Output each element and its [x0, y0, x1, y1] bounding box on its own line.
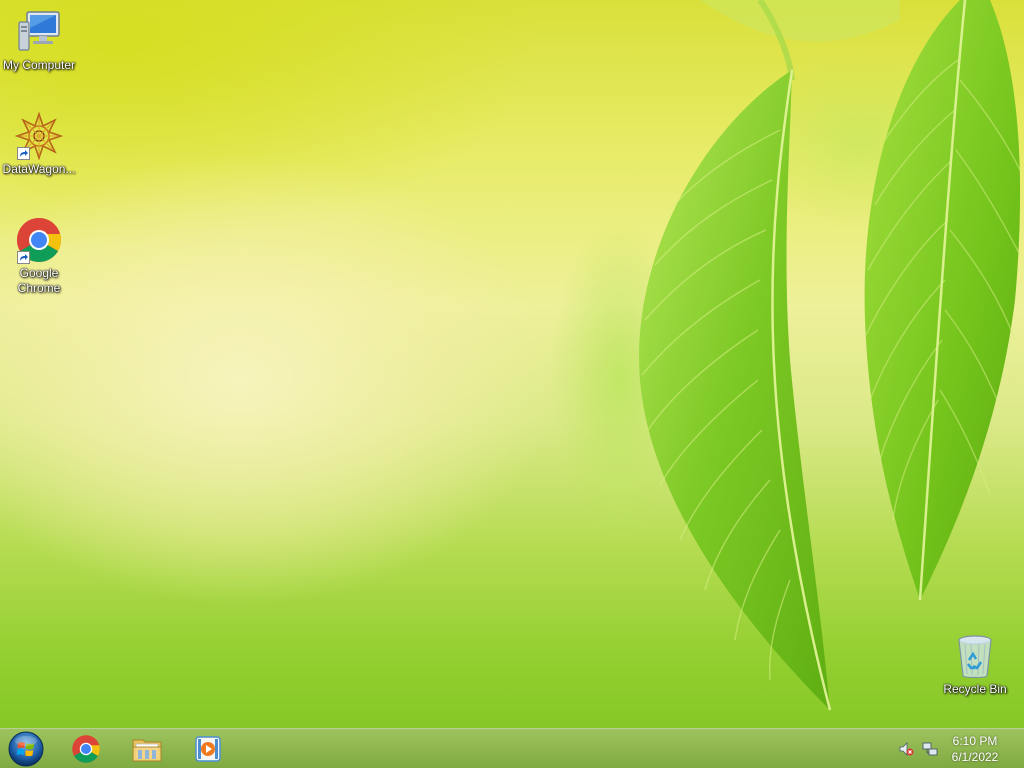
folder-icon: [132, 739, 162, 762]
desktop-icon-label: Recycle Bin: [943, 682, 1007, 696]
desktop-icon-recycle-bin[interactable]: Recycle Bin: [936, 632, 1014, 697]
taskbar-chrome-button[interactable]: [58, 731, 114, 767]
start-button[interactable]: [6, 730, 46, 768]
desktop-icon-label-line2: Chrome: [17, 281, 61, 295]
clock-date: 6/1/2022: [951, 750, 999, 764]
shortcut-arrow-icon: [17, 251, 30, 264]
volume-muted-icon[interactable]: [898, 741, 914, 757]
chrome-icon: [15, 216, 63, 264]
shortcut-arrow-icon: [17, 147, 30, 160]
media-player-icon: [195, 736, 221, 762]
recycle-bin-icon: [951, 632, 999, 680]
taskbar-file-explorer-button[interactable]: [119, 731, 175, 767]
taskbar: 6:10 PM 6/1/2022: [0, 728, 1024, 768]
desktop-icon-datawagon[interactable]: DataWagon...: [0, 111, 78, 177]
datawagon-icon: [14, 111, 64, 161]
computer-icon: [15, 8, 63, 56]
network-icon[interactable]: [922, 741, 938, 757]
system-clock[interactable]: 6:10 PM 6/1/2022: [940, 733, 1010, 765]
taskbar-media-player-button[interactable]: [180, 731, 236, 767]
desktop-icon-label: My Computer: [2, 58, 76, 72]
desktop-icon-my-computer[interactable]: My Computer: [0, 8, 78, 73]
windows-start-icon: [8, 731, 44, 767]
desktop[interactable]: My Computer DataWagon... Google Chrome R…: [0, 0, 1024, 728]
clock-time: 6:10 PM: [952, 734, 998, 748]
desktop-icon-label: DataWagon...: [2, 162, 76, 176]
wallpaper-leaves: [550, 0, 1021, 711]
desktop-icon-label-line1: Google: [19, 266, 59, 280]
chrome-icon: [72, 735, 100, 763]
desktop-icon-google-chrome[interactable]: Google Chrome: [0, 216, 78, 296]
